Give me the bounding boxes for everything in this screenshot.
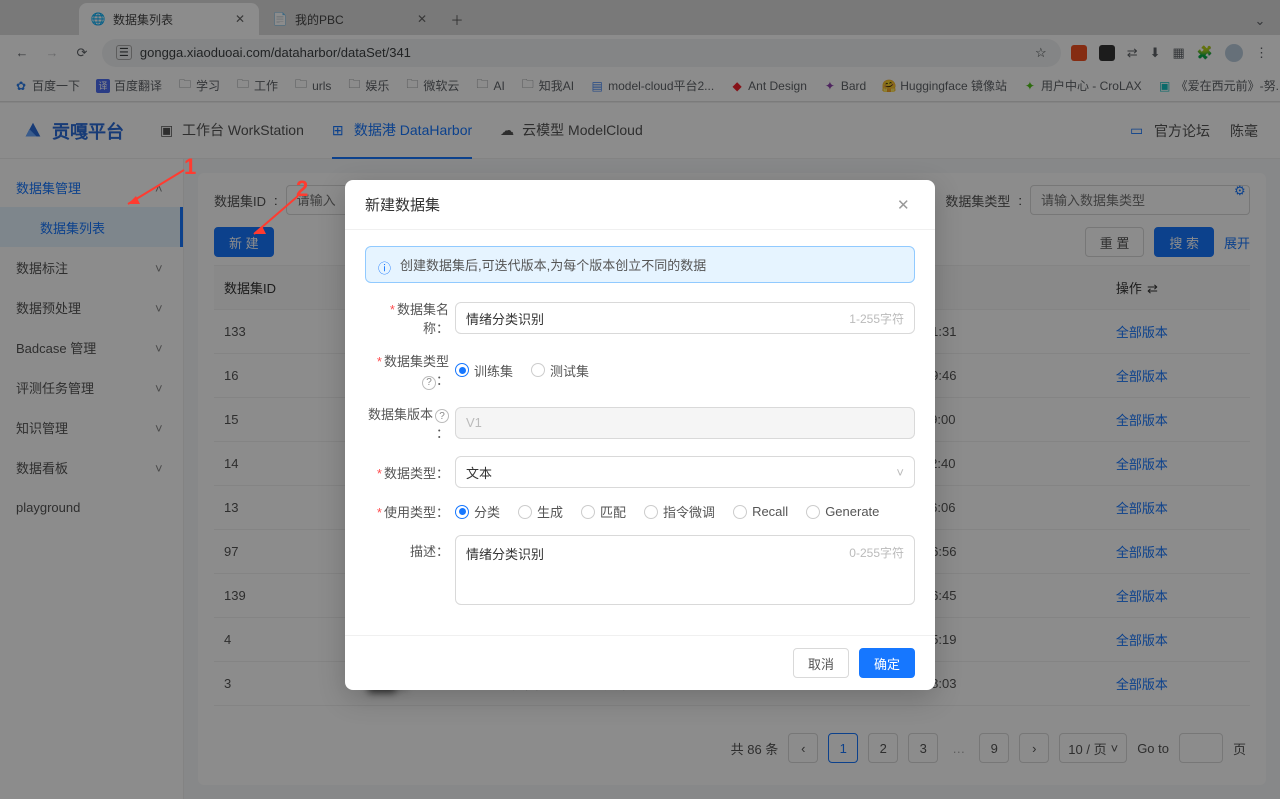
form-row-desc: 描述： 情绪分类识别0-255字符 xyxy=(365,535,915,605)
modal-overlay[interactable]: 新建数据集 ✕ ⓘ创建数据集后,可迭代版本,为每个版本创立不同的数据 *数据集名… xyxy=(0,0,1280,799)
create-dataset-modal: 新建数据集 ✕ ⓘ创建数据集后,可迭代版本,为每个版本创立不同的数据 *数据集名… xyxy=(345,180,935,690)
info-alert: ⓘ创建数据集后,可迭代版本,为每个版本创立不同的数据 xyxy=(365,246,915,283)
dataset-version-input: V1 xyxy=(455,407,915,439)
radio-generate-en[interactable]: Generate xyxy=(806,502,879,521)
dataset-type-radio: 训练集 测试集 xyxy=(455,361,915,380)
help-icon[interactable]: ? xyxy=(435,409,449,423)
form-row-version: 数据集版本?： V1 xyxy=(365,404,915,443)
info-icon: ⓘ xyxy=(378,258,392,272)
radio-train[interactable]: 训练集 xyxy=(455,361,513,380)
form-row-usage: *使用类型： 分类 生成 匹配 指令微调 Recall Generate xyxy=(365,502,915,521)
form-row-name: *数据集名称： 情绪分类识别1-255字符 xyxy=(365,299,915,337)
description-textarea[interactable]: 情绪分类识别0-255字符 xyxy=(455,535,915,605)
form-row-type: *数据集类型?： 训练集 测试集 xyxy=(365,351,915,390)
cancel-button[interactable]: 取消 xyxy=(793,648,849,678)
close-icon[interactable]: ✕ xyxy=(897,196,915,214)
modal-header: 新建数据集 ✕ xyxy=(345,180,935,230)
form-row-datatype: *数据类型： 文本˅ xyxy=(365,456,915,488)
chevron-down-icon: ˅ xyxy=(896,465,904,480)
modal-body: ⓘ创建数据集后,可迭代版本,为每个版本创立不同的数据 *数据集名称： 情绪分类识… xyxy=(345,230,935,635)
confirm-button[interactable]: 确定 xyxy=(859,648,915,678)
radio-classify[interactable]: 分类 xyxy=(455,502,500,521)
radio-test[interactable]: 测试集 xyxy=(531,361,589,380)
radio-generate-cn[interactable]: 生成 xyxy=(518,502,563,521)
radio-match[interactable]: 匹配 xyxy=(581,502,626,521)
radio-instruct[interactable]: 指令微调 xyxy=(644,502,715,521)
modal-title: 新建数据集 xyxy=(365,194,440,215)
help-icon[interactable]: ? xyxy=(422,376,436,390)
usage-type-radio: 分类 生成 匹配 指令微调 Recall Generate xyxy=(455,502,915,521)
radio-recall[interactable]: Recall xyxy=(733,502,788,521)
modal-footer: 取消 确定 xyxy=(345,635,935,690)
data-type-select[interactable]: 文本˅ xyxy=(455,456,915,488)
dataset-name-input[interactable]: 情绪分类识别1-255字符 xyxy=(455,302,915,334)
